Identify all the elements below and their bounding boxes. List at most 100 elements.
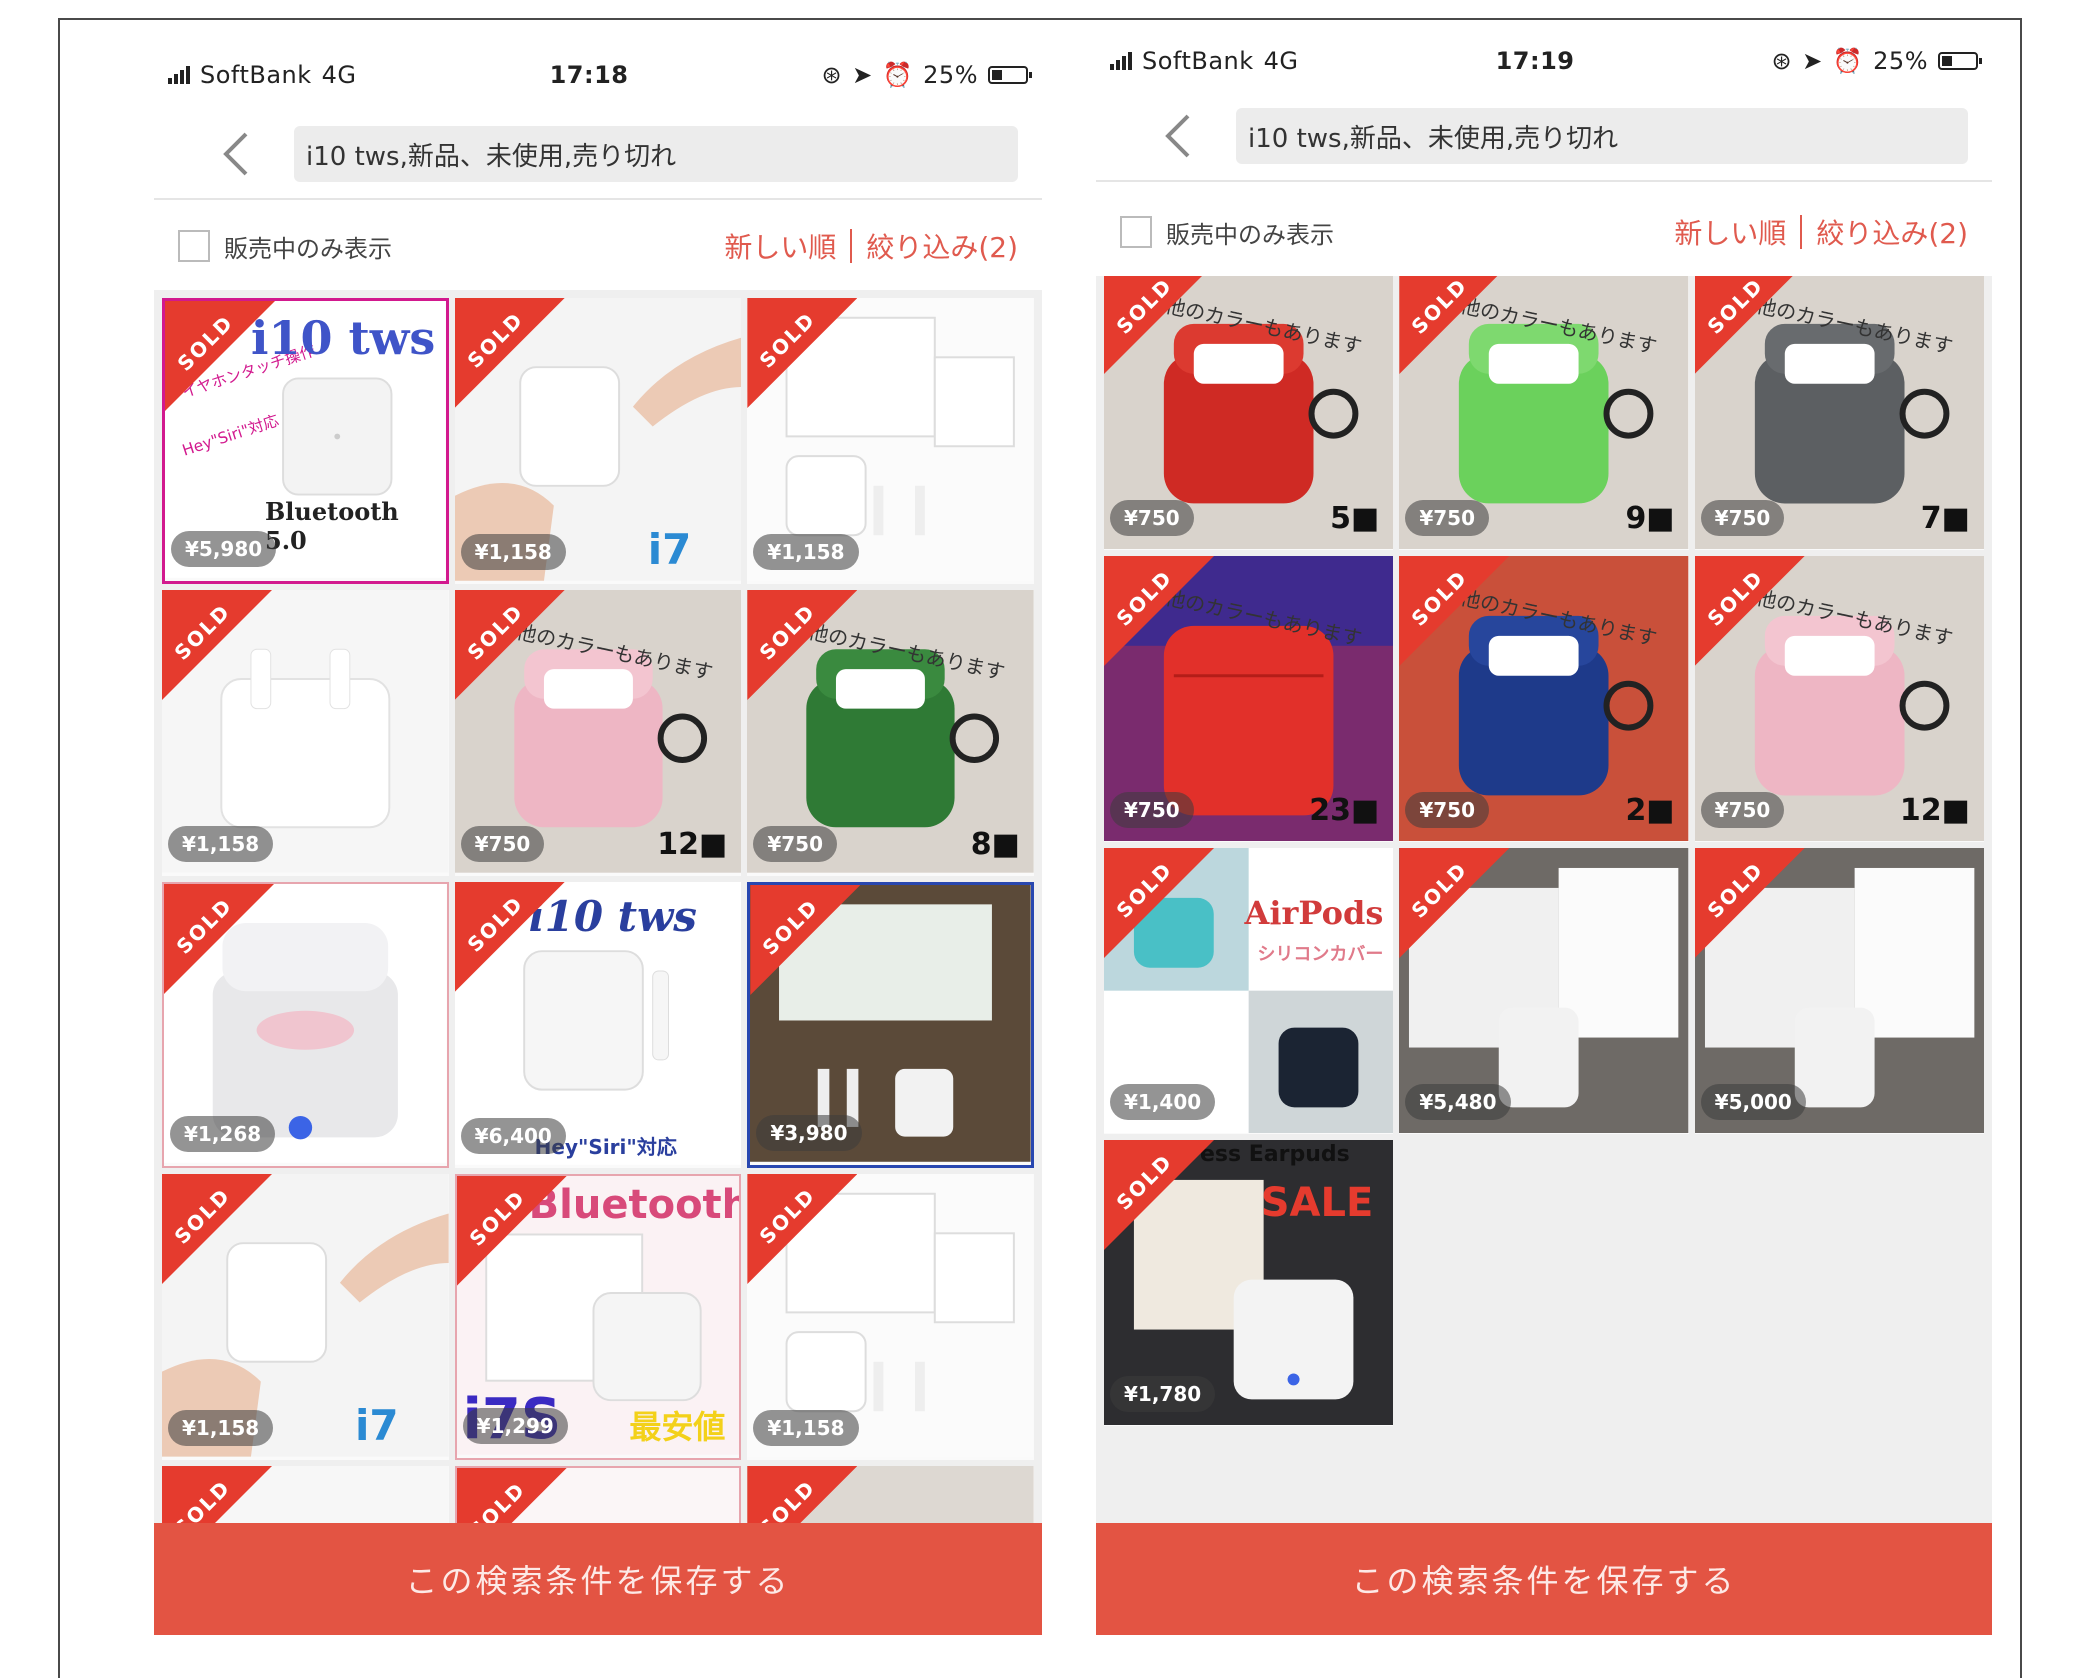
- product-tile[interactable]: 他のカラーもあります 12■ SOLD ¥750: [454, 590, 742, 876]
- network-type: 4G: [1263, 47, 1299, 75]
- search-bar-row: [1096, 94, 1992, 182]
- sort-newest-link[interactable]: 新しい順: [1674, 212, 1786, 252]
- product-title-overlay: i7: [355, 1401, 399, 1450]
- status-time: 17:19: [1495, 47, 1575, 75]
- back-chevron-icon[interactable]: [212, 126, 262, 182]
- lock-rotation-icon: ⊛: [1771, 47, 1793, 75]
- product-tile[interactable]: 他のカラーもあります 8■ SOLD ¥750: [747, 590, 1034, 876]
- product-grid-area: 他のカラーもあります 5■ SOLD ¥750 他のカラーもあります 9■ SO…: [1096, 276, 1992, 1635]
- refine-filter-link[interactable]: 絞り込み(2): [1816, 212, 1968, 252]
- back-chevron-icon[interactable]: [1154, 108, 1204, 164]
- filter-row: 販売中のみ表示 新しい順 絞り込み(2): [154, 210, 1042, 282]
- battery-icon: [1938, 52, 1982, 70]
- color-count: 2■: [1625, 793, 1675, 828]
- product-tile[interactable]: AirPods シリコンカバー SOLD ¥1,400: [1104, 848, 1394, 1134]
- battery-percent: 25%: [923, 61, 978, 89]
- product-subtitle-overlay: シリコンカバー: [1257, 944, 1384, 965]
- product-tile[interactable]: SOLD ¥5,480: [1399, 848, 1689, 1134]
- product-grid-area: イヤホンタッチ操作 Hey"Siri"対応 i10 tws Bluetooth …: [154, 290, 1042, 1635]
- sort-divider: [1800, 215, 1803, 249]
- price-badge: ¥750: [1110, 792, 1194, 828]
- on-sale-only-toggle[interactable]: 販売中のみ表示: [1120, 215, 1334, 250]
- price-badge: ¥1,158: [753, 534, 859, 570]
- save-search-button[interactable]: この検索条件を保存する: [1096, 1523, 1992, 1635]
- product-tile[interactable]: SOLD ¥5,000: [1694, 848, 1984, 1134]
- price-badge: ¥1,268: [170, 1116, 276, 1152]
- price-badge: ¥5,980: [171, 531, 277, 567]
- product-tile[interactable]: i7 SOLD ¥1,158: [162, 1174, 449, 1460]
- search-input[interactable]: [294, 126, 1018, 182]
- product-tile[interactable]: SOLD ¥3,980: [747, 882, 1034, 1168]
- status-bar: SoftBank 4G 17:19 ⊛ ➤ ⏰ 25%: [1110, 36, 1982, 86]
- product-title-overlay: i10 tws: [528, 892, 697, 941]
- color-count: 12■: [1899, 793, 1970, 828]
- price-badge: ¥1,780: [1110, 1376, 1216, 1412]
- product-tile[interactable]: 他のカラーもあります 5■ SOLD ¥750: [1104, 276, 1394, 550]
- product-tile[interactable]: 他のカラーもあります 9■ SOLD ¥750: [1399, 276, 1689, 550]
- color-count: 12■: [657, 827, 728, 862]
- alarm-icon: ⏰: [882, 61, 914, 89]
- status-bar: SoftBank 4G 17:18 ⊛ ➤ ⏰ 25%: [168, 50, 1032, 100]
- product-tile[interactable]: i10 tws Hey"Siri"対応 SOLD ¥6,400: [454, 882, 742, 1168]
- color-count: 7■: [1920, 501, 1970, 536]
- search-input[interactable]: [1236, 108, 1968, 164]
- product-title-overlay: i10 tws: [251, 311, 436, 365]
- status-time: 17:18: [549, 61, 629, 89]
- product-tile[interactable]: SOLD ¥1,158: [747, 298, 1034, 584]
- product-tile[interactable]: 他のカラーもあります 7■ SOLD ¥750: [1694, 276, 1984, 550]
- price-badge: ¥3,980: [756, 1115, 862, 1151]
- product-title-overlay: i7: [647, 525, 692, 574]
- price-badge: ¥6,400: [460, 1118, 566, 1154]
- price-badge: ¥5,480: [1405, 1084, 1511, 1120]
- filter-row: 販売中のみ表示 新しい順 絞り込み(2): [1096, 196, 1992, 268]
- product-tile[interactable]: 他のカラーもあります 12■ SOLD ¥750: [1694, 556, 1984, 842]
- on-sale-only-toggle[interactable]: 販売中のみ表示: [178, 229, 392, 264]
- on-sale-only-checkbox[interactable]: [178, 230, 210, 262]
- product-title-overlay: ess Earpuds: [1200, 1142, 1350, 1167]
- on-sale-only-label: 販売中のみ表示: [224, 234, 392, 263]
- product-title-overlay: Bluetooth: [528, 1182, 742, 1228]
- price-badge: ¥750: [1110, 500, 1194, 536]
- refine-filter-link[interactable]: 絞り込み(2): [866, 226, 1018, 266]
- product-tile[interactable]: SOLD ¥1,268: [162, 882, 449, 1168]
- product-tile[interactable]: イヤホンタッチ操作 Hey"Siri"対応 i10 tws Bluetooth …: [162, 298, 449, 584]
- lock-rotation-icon: ⊛: [821, 61, 843, 89]
- location-icon: ➤: [852, 61, 873, 89]
- on-sale-only-checkbox[interactable]: [1120, 216, 1152, 248]
- phone-screen-right: SoftBank 4G 17:19 ⊛ ➤ ⏰ 25% 販売中のみ表示 新しい順…: [1096, 26, 1992, 1635]
- color-count: 8■: [970, 827, 1020, 862]
- sort-newest-link[interactable]: 新しい順: [724, 226, 836, 266]
- product-tile[interactable]: 他のカラーもあります 23■ SOLD ¥750: [1104, 556, 1394, 842]
- product-grid: イヤホンタッチ操作 Hey"Siri"対応 i10 tws Bluetooth …: [162, 298, 1034, 1635]
- network-type: 4G: [321, 61, 357, 89]
- location-icon: ➤: [1802, 47, 1823, 75]
- sort-divider: [850, 229, 853, 263]
- product-tile[interactable]: 他のカラーもあります 2■ SOLD ¥750: [1399, 556, 1689, 842]
- color-count: 9■: [1625, 501, 1675, 536]
- product-tile[interactable]: i7 SOLD ¥1,158: [454, 298, 742, 584]
- product-grid: 他のカラーもあります 5■ SOLD ¥750 他のカラーもあります 9■ SO…: [1104, 276, 1984, 1426]
- sale-tag: SALE: [1260, 1180, 1374, 1226]
- price-badge: ¥1,158: [460, 534, 566, 570]
- carrier-name: SoftBank: [1142, 47, 1254, 75]
- price-badge: ¥750: [753, 826, 837, 862]
- lowest-price-tag: 最安値: [629, 1408, 726, 1446]
- phone-screen-left: SoftBank 4G 17:18 ⊛ ➤ ⏰ 25% 販売中のみ表示 新しい順…: [154, 40, 1042, 1635]
- product-tile[interactable]: SOLD ¥1,158: [747, 1174, 1034, 1460]
- product-subtitle-overlay: Bluetooth 5.0: [265, 497, 399, 555]
- price-badge: ¥1,158: [168, 1410, 274, 1446]
- price-badge: ¥5,000: [1700, 1084, 1806, 1120]
- price-badge: ¥1,158: [168, 826, 274, 862]
- price-badge: ¥750: [460, 826, 545, 862]
- signal-icon: [168, 66, 190, 84]
- save-search-button[interactable]: この検索条件を保存する: [154, 1523, 1042, 1635]
- search-bar-row: [154, 112, 1042, 200]
- on-sale-only-label: 販売中のみ表示: [1166, 220, 1334, 249]
- price-badge: ¥1,158: [753, 1410, 859, 1446]
- product-tile[interactable]: SOLD ¥1,158: [162, 590, 449, 876]
- product-tile[interactable]: ess Earpuds SALE SOLD ¥1,780: [1104, 1140, 1394, 1426]
- product-tile[interactable]: Bluetooth i7S 最安値 SOLD ¥1,299: [454, 1174, 742, 1460]
- price-badge: ¥1,400: [1110, 1084, 1216, 1120]
- color-count: 23■: [1309, 793, 1380, 828]
- color-count: 5■: [1330, 501, 1380, 536]
